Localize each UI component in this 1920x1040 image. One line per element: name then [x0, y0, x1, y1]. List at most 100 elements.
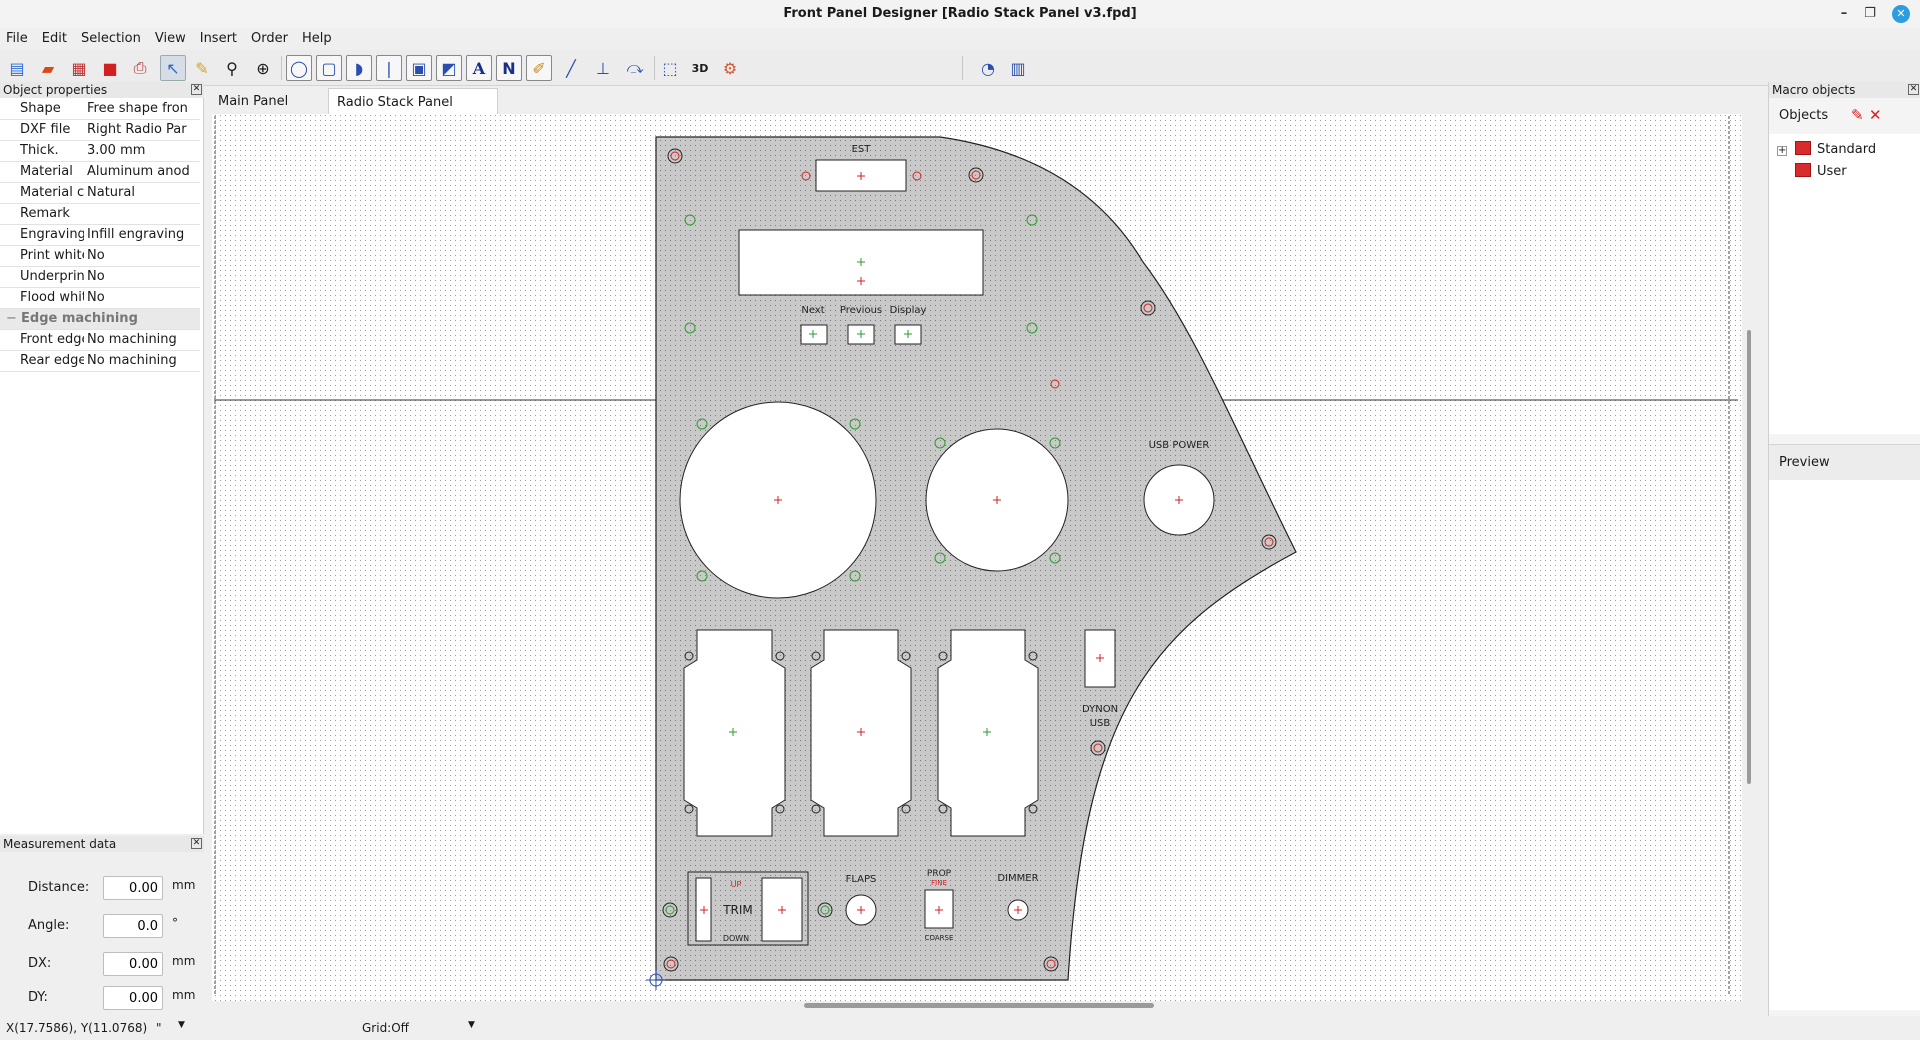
- menu-view[interactable]: View: [148, 28, 193, 50]
- tab-main-panel[interactable]: Main Panel v9.fpd: [210, 88, 328, 137]
- print-icon[interactable]: ⎙: [127, 55, 153, 81]
- property-value[interactable]: No: [84, 245, 200, 267]
- chevron-down-icon[interactable]: ▼: [178, 1020, 185, 1030]
- dock-close-icon[interactable]: ✕: [1908, 84, 1919, 95]
- expand-icon[interactable]: +: [1777, 146, 1787, 156]
- double-d-hole-icon[interactable]: ❘: [376, 55, 402, 81]
- drawing-canvas[interactable]: EST Next Previous Display USB POWER DYNO…: [212, 114, 1742, 1001]
- circle-hole-icon[interactable]: ◯: [286, 55, 312, 81]
- dock-close-icon[interactable]: ✕: [191, 84, 202, 95]
- line-icon[interactable]: ╱: [558, 55, 584, 81]
- property-row[interactable]: Front edgesNo machining: [0, 329, 200, 351]
- select-frame-icon[interactable]: ⬚: [657, 55, 683, 81]
- maximize-icon[interactable]: ❐: [1861, 5, 1879, 23]
- property-row[interactable]: Material colcNatural: [0, 182, 200, 204]
- property-value[interactable]: Natural: [84, 182, 200, 204]
- panel-drawing[interactable]: EST Next Previous Display USB POWER DYNO…: [212, 114, 1742, 1001]
- unit-selector[interactable]: ": [156, 1021, 162, 1035]
- menu-insert[interactable]: Insert: [193, 28, 244, 50]
- rect-hole-icon[interactable]: ▢: [316, 55, 342, 81]
- property-group-edge-machining[interactable]: − Edge machining: [0, 308, 200, 330]
- label-prop: PROP: [927, 869, 952, 879]
- menu-order[interactable]: Order: [244, 28, 295, 50]
- property-value[interactable]: Infill engraving: [84, 224, 200, 246]
- object-properties-title-text: Object properties: [3, 83, 108, 97]
- label-usb: USB: [1090, 718, 1111, 729]
- property-row[interactable]: DXF file Right Radio Par: [0, 119, 200, 141]
- angle-field[interactable]: [103, 914, 163, 938]
- font-text-icon[interactable]: N: [496, 55, 522, 81]
- radio-cutout[interactable]: [683, 629, 786, 837]
- property-row[interactable]: Remark: [0, 203, 200, 225]
- property-row[interactable]: Rear edgesNo machining: [0, 350, 200, 372]
- edit-pencil-icon[interactable]: ✎: [1851, 106, 1864, 124]
- open-folder-icon[interactable]: ▰: [35, 55, 61, 81]
- property-row[interactable]: Material Aluminum anod: [0, 161, 200, 183]
- collapse-icon[interactable]: −: [6, 311, 21, 326]
- property-value[interactable]: 3.00 mm: [84, 140, 200, 162]
- property-row[interactable]: Shape Free shape fron: [0, 98, 200, 120]
- property-value[interactable]: Aluminum anod: [84, 161, 200, 183]
- property-row[interactable]: Print white No: [0, 245, 200, 267]
- property-key: Material colc: [0, 182, 84, 204]
- menu-selection[interactable]: Selection: [74, 28, 148, 50]
- horizontal-scrollbar-thumb[interactable]: [804, 1003, 1154, 1008]
- tab-radio-stack-panel[interactable]: Radio Stack Panel v3.fpd✕: [328, 88, 498, 138]
- 3d-view-icon[interactable]: 3D: [687, 55, 713, 81]
- save-as-icon[interactable]: ▦: [66, 55, 92, 81]
- property-value[interactable]: No: [84, 266, 200, 288]
- radio-cutout[interactable]: [937, 629, 1039, 837]
- d-hole-icon[interactable]: ◗: [346, 55, 372, 81]
- menu-file[interactable]: File: [0, 28, 35, 50]
- pointer-icon[interactable]: ↖: [160, 55, 186, 81]
- vertical-scrollbar-thumb[interactable]: [1747, 330, 1751, 784]
- tree-item-standard[interactable]: + Standard: [1777, 141, 1876, 157]
- mount-bolt-icon[interactable]: ⊥: [590, 55, 616, 81]
- delete-icon[interactable]: ✕: [1869, 106, 1882, 124]
- print-preview-icon[interactable]: ▥: [1005, 55, 1031, 81]
- zoom-icon[interactable]: ⚲: [219, 55, 245, 81]
- property-value[interactable]: Right Radio Par: [84, 119, 200, 141]
- threaded-bolt-icon[interactable]: ⤼: [622, 55, 648, 81]
- gauge-icon[interactable]: ◔: [975, 55, 1001, 81]
- text-icon[interactable]: A: [466, 55, 492, 81]
- chevron-down-icon[interactable]: ▼: [468, 1020, 475, 1030]
- tree-item-user[interactable]: User: [1795, 163, 1847, 179]
- save-disk-icon[interactable]: ■: [97, 55, 123, 81]
- rect-cutout-icon[interactable]: ▣: [406, 55, 432, 81]
- label-coarse: COARSE: [925, 934, 954, 942]
- object-properties-title: Object properties ✕: [0, 82, 204, 98]
- folder-icon: [1795, 163, 1811, 177]
- property-key: Underprint w: [0, 266, 84, 288]
- property-value[interactable]: Free shape fron: [84, 98, 200, 120]
- macro-icon[interactable]: ⚙: [717, 55, 743, 81]
- ruler-icon[interactable]: ✎: [189, 55, 215, 81]
- free-contour-icon[interactable]: ◩: [436, 55, 462, 81]
- property-value[interactable]: No: [84, 287, 200, 309]
- preview-label: Preview: [1779, 455, 1830, 470]
- dy-field[interactable]: [103, 986, 163, 1010]
- property-row[interactable]: Flood whiteNo: [0, 287, 200, 309]
- label-dynon: DYNON: [1082, 704, 1118, 715]
- property-row[interactable]: Underprint wNo: [0, 266, 200, 288]
- menu-edit[interactable]: Edit: [35, 28, 74, 50]
- dock-close-icon[interactable]: ✕: [191, 838, 202, 849]
- image-icon[interactable]: ✐: [526, 55, 552, 81]
- property-value[interactable]: No machining: [84, 350, 200, 372]
- close-icon[interactable]: ✕: [1892, 5, 1910, 23]
- label-up: UP: [731, 880, 742, 889]
- menu-help[interactable]: Help: [295, 28, 339, 50]
- crosshair-icon[interactable]: ⊕: [250, 55, 276, 81]
- property-row[interactable]: Engraving mInfill engraving: [0, 224, 200, 246]
- property-value[interactable]: No machining: [84, 329, 200, 351]
- angle-label: Angle:: [28, 918, 70, 933]
- dx-field[interactable]: [103, 952, 163, 976]
- property-row[interactable]: Thick. 3.00 mm: [0, 140, 200, 162]
- new-file-icon[interactable]: ▤: [4, 55, 30, 81]
- objects-header: Objects ✎ ✕: [1769, 104, 1920, 128]
- property-value[interactable]: [84, 203, 200, 225]
- distance-field[interactable]: [103, 876, 163, 900]
- minimize-icon[interactable]: –: [1835, 5, 1853, 23]
- grid-selector[interactable]: Grid:Off: [362, 1021, 409, 1035]
- preview-area: [1769, 480, 1920, 1010]
